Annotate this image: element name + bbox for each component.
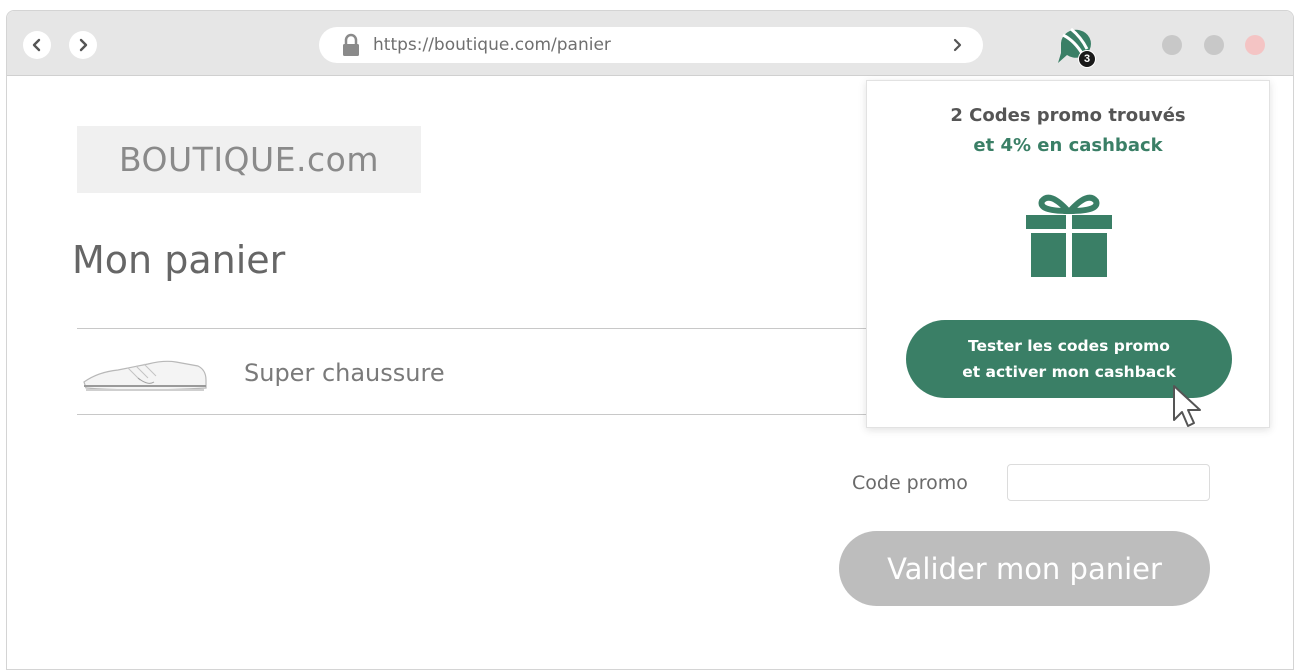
- browser-toolbar: https://boutique.com/panier 3: [7, 11, 1293, 76]
- extension-popup: 2 Codes promo trouvés et 4% en cashback …: [866, 80, 1270, 428]
- url-text: https://boutique.com/panier: [373, 35, 611, 55]
- shop-logo[interactable]: BOUTIQUE.com: [77, 126, 421, 193]
- forward-icon: [79, 38, 88, 52]
- divider: [77, 328, 977, 329]
- popup-subtitle: et 4% en cashback: [973, 135, 1163, 156]
- product-name[interactable]: Super chaussure: [244, 359, 445, 387]
- cta-line-2: et activer mon cashback: [962, 363, 1176, 381]
- logo-text: BOUTIQUE.com: [118, 140, 380, 179]
- shoe-image: [83, 360, 207, 391]
- forward-button[interactable]: [69, 31, 97, 59]
- promo-code-label: Code promo: [852, 472, 968, 494]
- lock-icon: [343, 33, 359, 56]
- divider: [77, 414, 977, 415]
- back-icon: [32, 38, 41, 52]
- address-bar[interactable]: https://boutique.com/panier: [319, 27, 983, 63]
- window-control-dot[interactable]: [1204, 35, 1224, 55]
- gift-icon: [1026, 194, 1112, 277]
- window-close-dot[interactable]: [1245, 35, 1265, 55]
- extension-badge: 3: [1078, 50, 1096, 68]
- page-title: Mon panier: [72, 238, 286, 282]
- cta-line-1: Tester les codes promo: [968, 337, 1170, 355]
- window-control-dot[interactable]: [1162, 35, 1182, 55]
- validate-cart-button[interactable]: Valider mon panier: [839, 531, 1210, 606]
- back-button[interactable]: [23, 31, 51, 59]
- go-icon[interactable]: [951, 38, 965, 52]
- popup-title: 2 Codes promo trouvés: [950, 105, 1186, 126]
- cursor-icon: [1173, 385, 1201, 427]
- promo-code-input[interactable]: [1007, 464, 1210, 501]
